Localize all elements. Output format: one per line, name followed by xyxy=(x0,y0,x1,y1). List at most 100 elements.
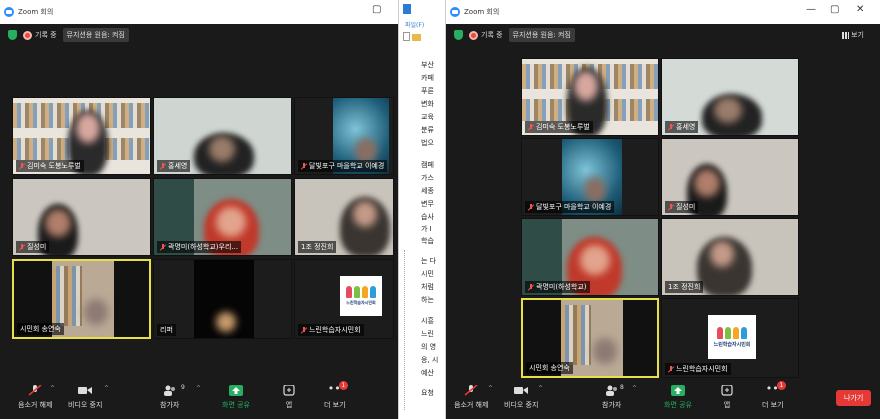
maximize-button[interactable]: ▢ xyxy=(830,4,839,15)
right-zoom-window: Zoom 회의 — ▢ ✕ 기록 중 뮤지션용 원음: 켜짐 보기 김미숙 도봉… xyxy=(446,0,880,419)
doc-text-line: 요청 xyxy=(421,389,434,397)
participant-name: 달빛포구 마을학교 이예경 xyxy=(525,201,615,213)
security-shield-icon[interactable] xyxy=(454,30,463,40)
folder-icon[interactable] xyxy=(412,34,421,41)
minimize-icon[interactable]: ▢ xyxy=(372,4,381,15)
video-tile[interactable]: 느린학습자시민회 느린학습자시민회 xyxy=(661,298,799,378)
apps-label: 앱 xyxy=(285,401,293,409)
left-window-title: Zoom 회의 xyxy=(18,8,54,16)
video-tile[interactable]: 곽명미(하성학교)우리... xyxy=(153,178,292,256)
video-tile[interactable]: 느린학습자시민회 느린학습자시민회 xyxy=(294,259,394,339)
muted-mic-icon xyxy=(528,124,534,130)
participant-name: 질성미 xyxy=(665,201,699,213)
muted-mic-icon xyxy=(528,284,534,290)
video-tile[interactable]: 질성미 xyxy=(12,178,151,256)
participant-name: 1조 정진희 xyxy=(298,241,337,253)
notification-badge: 1 xyxy=(776,381,786,390)
participants-icon xyxy=(163,385,175,396)
left-meeting-topbar: 기록 중 뮤지션용 원음: 켜짐 xyxy=(0,24,129,46)
doc-text-line: 세종 xyxy=(421,187,434,195)
video-tile[interactable]: 리퍼 xyxy=(153,259,292,339)
recording-indicator[interactable]: 기록 중 xyxy=(23,30,57,40)
participants-button[interactable]: 참가자 xyxy=(160,385,179,410)
more-button[interactable]: ••• 1 더 보기 xyxy=(762,381,786,410)
apps-button[interactable]: 앱 xyxy=(720,385,734,410)
share-screen-button[interactable]: 화면 공유 xyxy=(664,385,692,410)
minimize-button[interactable]: — xyxy=(806,4,816,15)
unmute-button[interactable]: 음소거 해제 xyxy=(454,385,488,410)
share-screen-icon xyxy=(671,385,685,396)
participants-count: 8 xyxy=(620,384,624,391)
apps-label: 앱 xyxy=(723,401,731,409)
background-document-window: 파일(F) 부산 카페 푸른 변화 교육 분류 법으 캠페 가스 세종 변무 습사 가 I 학습 는 다 시민… xyxy=(398,0,446,419)
doc-text-line: 는 다 xyxy=(421,257,437,265)
participants-options-caret[interactable]: ^ xyxy=(632,385,637,392)
participant-name: 리퍼 xyxy=(157,324,176,336)
more-icon: ••• 1 xyxy=(327,381,348,395)
doc-text-line: 하는 xyxy=(421,296,434,304)
right-meeting-topbar: 기록 중 뮤지션용 원음: 켜짐 xyxy=(446,24,575,46)
share-screen-button[interactable]: 화면 공유 xyxy=(222,385,250,410)
video-tile[interactable]: 질성미 xyxy=(661,138,799,216)
muted-mic-icon xyxy=(19,244,25,250)
participants-button[interactable]: 참가자 xyxy=(602,385,621,410)
audio-options-caret[interactable]: ^ xyxy=(50,385,55,392)
unmute-label: 음소거 해제 xyxy=(454,401,489,409)
video-options-caret[interactable]: ^ xyxy=(104,385,109,392)
video-tile[interactable]: 1조 정진희 xyxy=(294,178,394,256)
apps-button[interactable]: 앱 xyxy=(282,385,296,410)
video-camera-icon xyxy=(514,387,529,394)
doc-text-line: 가스 xyxy=(421,174,434,182)
right-title-bar: Zoom 회의 — ▢ ✕ xyxy=(446,0,880,24)
view-button[interactable]: 보기 xyxy=(842,30,864,40)
video-tile[interactable]: 곽명미(하성학교) xyxy=(521,218,659,296)
participant-name: 1조 정진희 xyxy=(665,281,704,293)
recording-indicator[interactable]: 기록 중 xyxy=(469,30,503,40)
doc-text-line: 분류 xyxy=(421,126,434,134)
participant-name: 곽명미(하성학교) xyxy=(525,281,590,293)
video-tile-active-speaker[interactable]: 시민회 송연숙 xyxy=(12,259,151,339)
video-tile[interactable]: 홍세영 xyxy=(153,97,292,175)
share-screen-icon xyxy=(229,385,243,396)
video-options-caret[interactable]: ^ xyxy=(538,385,543,392)
unmute-button[interactable]: 음소거 해제 xyxy=(18,385,52,410)
participants-options-caret[interactable]: ^ xyxy=(196,385,201,392)
doc-app-icon xyxy=(403,4,411,14)
muted-mic-icon xyxy=(28,385,42,396)
doc-text-line: 처럼 xyxy=(421,283,434,291)
participant-name: 홍세영 xyxy=(665,121,699,133)
leave-button[interactable]: 나가기 xyxy=(836,390,872,406)
close-button[interactable]: ✕ xyxy=(856,4,864,15)
notification-badge: 1 xyxy=(338,381,348,390)
more-label: 더 보기 xyxy=(324,401,346,409)
original-sound-pill[interactable]: 뮤지션용 원음: 켜짐 xyxy=(508,28,575,42)
participant-name: 달빛포구 마을학교 이예경 xyxy=(298,160,388,172)
doc-text-line: 법으 xyxy=(421,139,434,147)
audio-options-caret[interactable]: ^ xyxy=(488,385,493,392)
doc-text-line: 캠페 xyxy=(421,161,434,169)
security-shield-icon[interactable] xyxy=(8,30,17,40)
stop-video-button[interactable]: 비디오 중지 xyxy=(68,385,102,410)
muted-mic-icon xyxy=(668,366,674,372)
recording-label: 기록 중 xyxy=(35,31,57,39)
video-tile[interactable]: 김미숙 도봉노루벌 xyxy=(12,97,151,175)
doc-text-line: 느린 xyxy=(421,330,434,338)
participant-name: 질성미 xyxy=(16,241,50,253)
participant-name: 곽명미(하성학교)우리... xyxy=(157,241,242,253)
participants-count: 9 xyxy=(181,384,185,391)
doc-text-line: 예산 xyxy=(421,369,434,377)
stop-video-button[interactable]: 비디오 중지 xyxy=(504,385,538,410)
video-tile-active-speaker[interactable]: 시민회 송연숙 xyxy=(521,298,659,378)
doc-menu-file[interactable]: 파일(F) xyxy=(405,20,424,29)
new-file-icon[interactable] xyxy=(403,32,410,41)
video-tile[interactable]: 김미숙 도봉노루벌 xyxy=(521,58,659,136)
video-tile[interactable]: 홍세영 xyxy=(661,58,799,136)
video-tile[interactable]: 1조 정진희 xyxy=(661,218,799,296)
video-tile[interactable]: 달빛포구 마을학교 이예경 xyxy=(294,97,394,175)
original-sound-pill[interactable]: 뮤지션용 원음: 켜짐 xyxy=(62,28,129,42)
doc-text-line: 변무 xyxy=(421,200,434,208)
more-button[interactable]: ••• 1 더 보기 xyxy=(324,381,348,410)
doc-text-line: 변화 xyxy=(421,100,434,108)
video-tile[interactable]: 달빛포구 마을학교 이예경 xyxy=(521,138,659,216)
muted-mic-icon xyxy=(668,124,674,130)
